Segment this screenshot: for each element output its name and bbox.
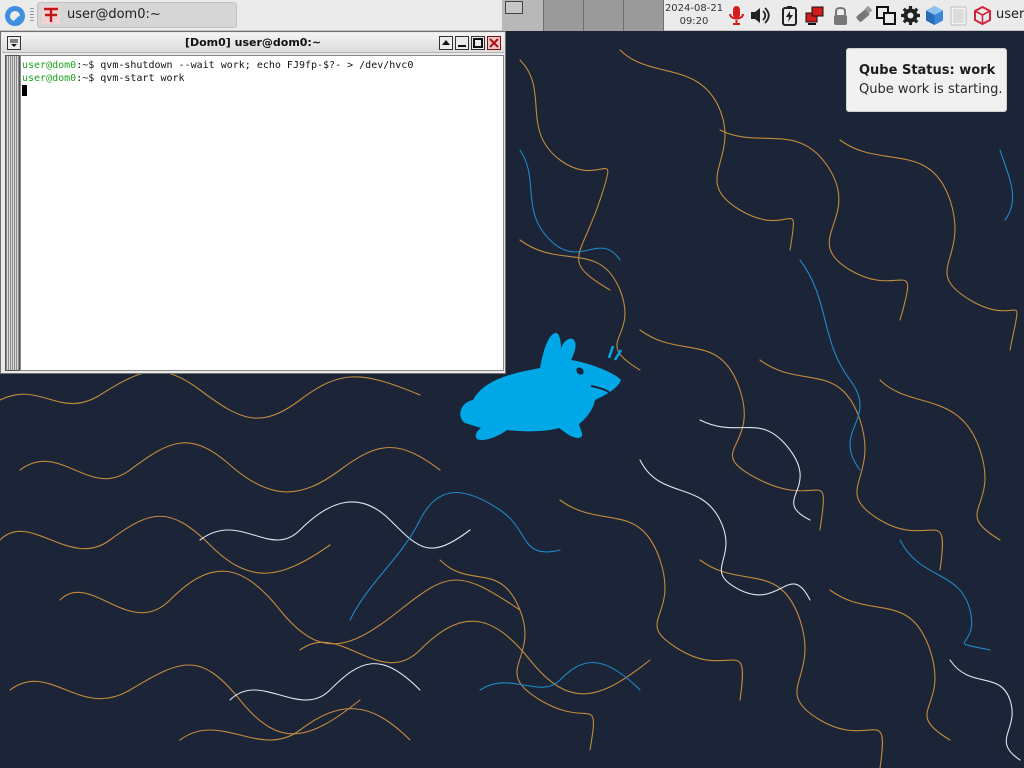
command-text: qvm-shutdown --wait work; echo FJ9fp-$?-… [100,60,414,71]
close-button[interactable] [487,36,501,50]
maximize-button[interactable] [471,36,485,50]
text-cursor [22,85,27,96]
prompt-user: user@dom0 [22,73,77,84]
shade-up-icon [442,40,450,45]
usb-device-icon[interactable] [853,5,874,26]
terminal-output[interactable]: user@dom0:~$ qvm-shutdown --wait work; e… [20,55,504,371]
taskbar-button-label: user@dom0:~ [67,7,161,22]
clock-time: 09:20 [679,16,709,27]
window-switch-icon[interactable] [876,5,897,26]
network-devices-icon[interactable] [805,5,826,26]
close-icon [489,38,499,48]
notification-title: Qube Status: work [859,63,996,78]
prompt-path: :~$ [76,73,101,84]
prompt-path: :~$ [76,60,101,71]
top-panel: user@dom0:~ 2024-08-21 09:20 user [0,0,1024,31]
clipboard-icon[interactable] [948,5,969,26]
clock-date: 2024-08-21 [664,3,724,14]
notification-body: Qube work is starting. [859,82,1003,97]
terminal-line: user@dom0:~$ qvm-start work [22,72,502,85]
qube-updater-icon[interactable] [972,5,993,26]
maximize-icon [473,38,483,48]
panel-clock[interactable]: 2024-08-21 09:20 [664,2,724,29]
qube-status-notification[interactable]: Qube Status: work Qube work is starting. [846,48,1007,112]
minimize-button[interactable] [455,36,469,50]
command-text: qvm-start work [100,73,185,84]
terminal-window: [Dom0] user@dom0:~ user@dom0:~$ qvm-shut… [0,31,506,374]
terminal-line: user@dom0:~$ qvm-shutdown --wait work; e… [22,59,502,72]
taskbar-button-terminal[interactable]: user@dom0:~ [37,2,237,28]
prompt-user: user@dom0 [22,60,77,71]
shade-button[interactable] [439,36,453,50]
lock-icon[interactable] [830,5,851,26]
workspace-3[interactable] [584,0,624,31]
window-titlebar[interactable]: [Dom0] user@dom0:~ [2,33,504,53]
terminal-app-icon [42,6,60,24]
terminal-scrollbar[interactable] [5,55,20,371]
qube-cube-icon[interactable] [924,5,945,26]
microphone-icon[interactable] [726,5,747,26]
minimize-icon [458,45,466,47]
workspace-2[interactable] [544,0,584,31]
panel-separator [30,8,34,23]
user-menu-label[interactable]: user [996,7,1024,22]
battery-charging-icon[interactable] [779,5,800,26]
terminal-line [22,85,502,98]
settings-gear-icon[interactable] [900,5,921,26]
qubes-menu-icon[interactable] [3,4,27,28]
workspace-window-thumb [505,1,523,14]
volume-icon[interactable] [749,5,770,26]
workspace-4[interactable] [624,0,664,31]
window-title: [Dom0] user@dom0:~ [184,36,322,49]
